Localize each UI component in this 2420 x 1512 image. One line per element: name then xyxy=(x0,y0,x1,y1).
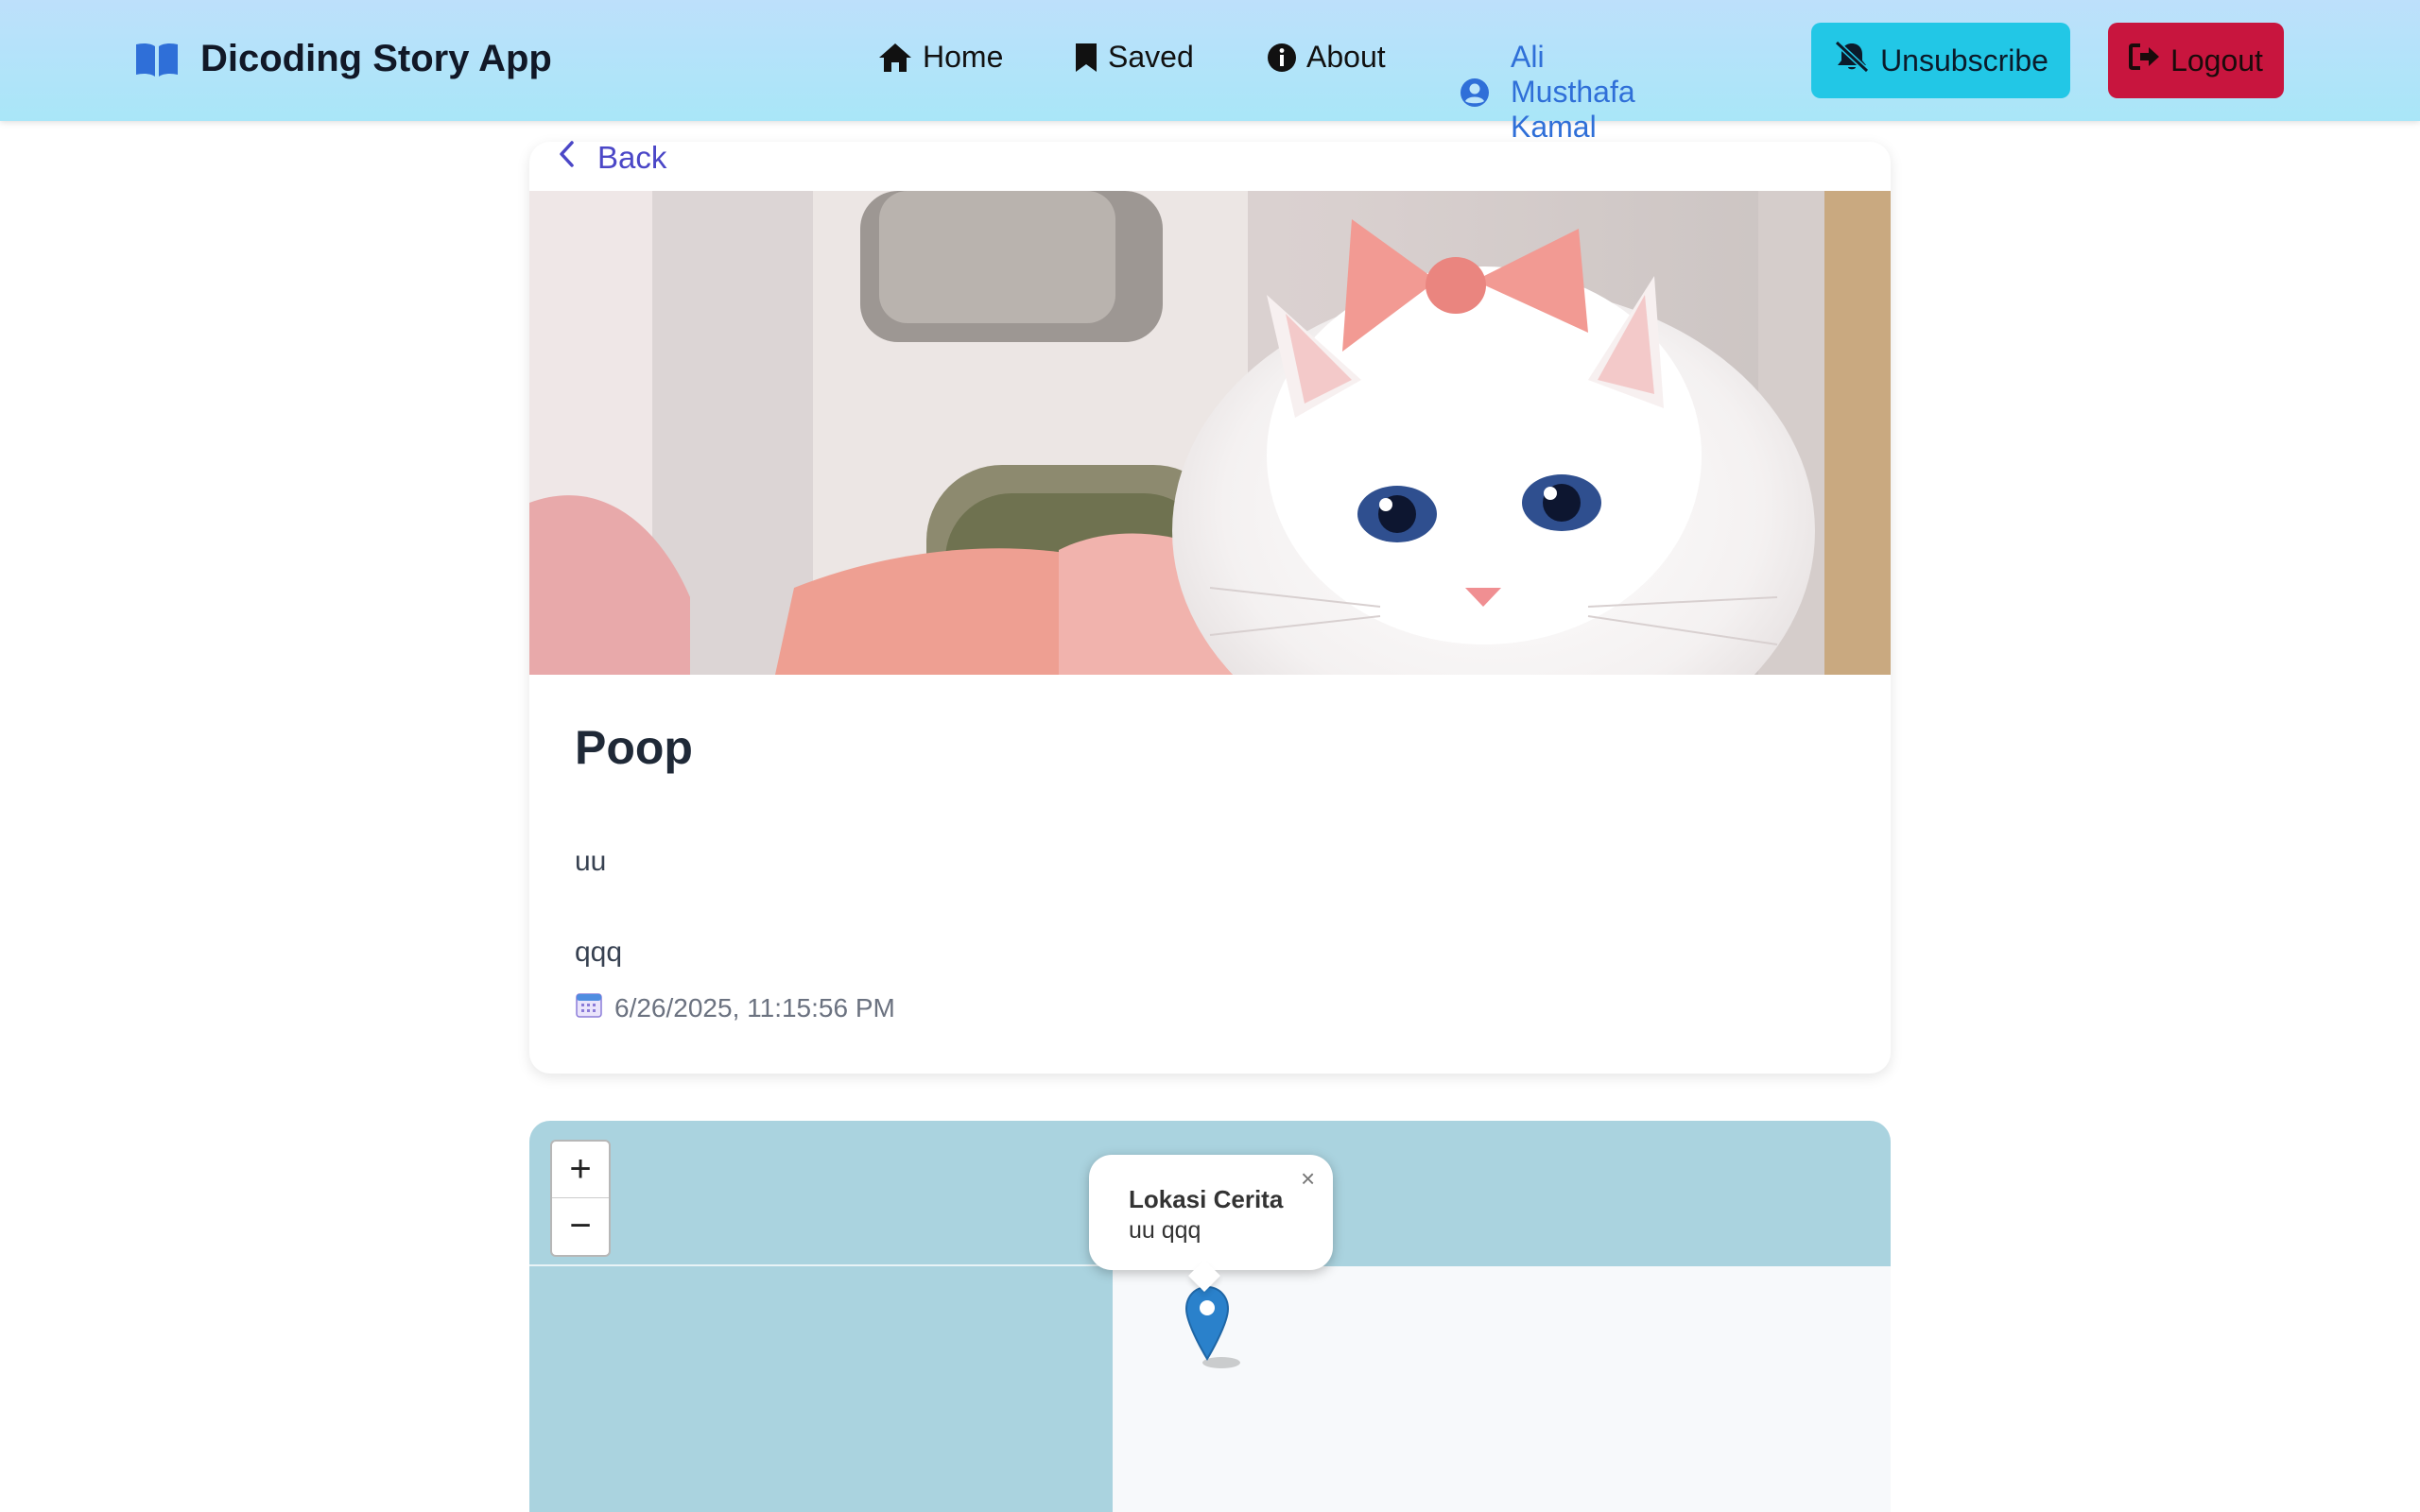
map-popup: × Lokasi Cerita uu qqq xyxy=(1089,1155,1333,1292)
user-circle-icon xyxy=(1460,77,1490,108)
nav-saved-label: Saved xyxy=(1108,40,1194,74)
bell-slash-icon xyxy=(1833,40,1871,80)
story-photo xyxy=(529,191,1891,675)
story-location-map[interactable]: + − × Lokasi Cerita uu qqq xyxy=(529,1121,1891,1512)
close-icon[interactable]: × xyxy=(1301,1164,1315,1194)
logout-button[interactable]: Logout xyxy=(2108,23,2284,98)
unsubscribe-label: Unsubscribe xyxy=(1880,43,2048,77)
back-label: Back xyxy=(597,140,667,175)
map-marker-icon[interactable] xyxy=(1184,1285,1246,1375)
map-coastline xyxy=(529,1264,1113,1266)
info-circle-icon xyxy=(1267,43,1297,73)
bookmark-icon xyxy=(1074,42,1098,74)
home-icon xyxy=(877,42,913,74)
story-description: uu qqq xyxy=(575,846,623,968)
sign-out-icon xyxy=(2129,43,2161,78)
zoom-in-button[interactable]: + xyxy=(552,1142,609,1198)
nav-home-label: Home xyxy=(923,40,1004,74)
zoom-control: + − xyxy=(550,1140,611,1257)
back-link[interactable]: Back xyxy=(558,140,666,176)
book-open-icon xyxy=(134,41,180,78)
story-detail-card: Poop uu qqq 6/26/2025, 11:15:56 PM xyxy=(529,142,1891,1074)
unsubscribe-button[interactable]: Unsubscribe xyxy=(1811,23,2070,98)
zoom-out-button[interactable]: − xyxy=(552,1198,609,1254)
user-name: Ali Musthafa Kamal xyxy=(1511,40,1635,144)
nav-user-profile[interactable]: Ali Musthafa Kamal xyxy=(1460,40,1635,145)
brand[interactable]: Dicoding Story App xyxy=(134,38,552,80)
popup-text: uu qqq xyxy=(1129,1217,1201,1244)
chevron-left-icon xyxy=(558,140,575,176)
nav-saved[interactable]: Saved xyxy=(1074,40,1194,75)
logout-label: Logout xyxy=(2170,43,2263,77)
story-title: Poop xyxy=(575,721,693,774)
app-title: Dicoding Story App xyxy=(200,38,552,79)
nav-about-label: About xyxy=(1306,40,1386,74)
nav-home[interactable]: Home xyxy=(877,40,1003,75)
story-date: 6/26/2025, 11:15:56 PM xyxy=(575,990,895,1025)
nav-about[interactable]: About xyxy=(1267,40,1386,75)
app-header: Dicoding Story App Home Saved About Ali … xyxy=(0,0,2420,144)
popup-title: Lokasi Cerita xyxy=(1129,1185,1284,1213)
calendar-icon xyxy=(575,990,603,1025)
story-date-text: 6/26/2025, 11:15:56 PM xyxy=(614,992,895,1022)
